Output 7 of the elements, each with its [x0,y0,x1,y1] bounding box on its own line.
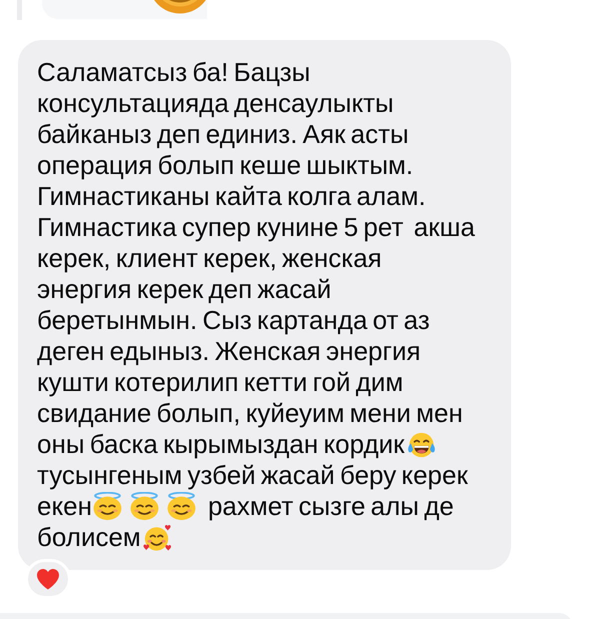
message-text: Саламатсыз ба! Бацзы консультацияда денсаулыкты байканыз деп единиз. Аяк асты операция болып кеше шыктым. Гимнастиканы кайта колга алам. Гимнастика супер кунине 5 рет акша керек, клиент керек, женская энергия керек деп жасай беретынмын. Сыз картанда от аз деген едыныз. Женская энергия кушти котерилип кетти гой дим свидание болып, куйеуим мени мен оны баска кырымыздан кордик тусынгеным узбей жасай беру керек екен рахмет сызге алы де болисем [37,57,476,553]
laughing-tears-emoji-icon [406,431,437,459]
smiling-face-with-hearts-icon [142,524,173,552]
halo-emoji-icon [166,492,196,521]
halo-emoji-icon [92,492,122,521]
halo-emoji-icon [130,492,159,521]
heart-icon [37,568,59,590]
